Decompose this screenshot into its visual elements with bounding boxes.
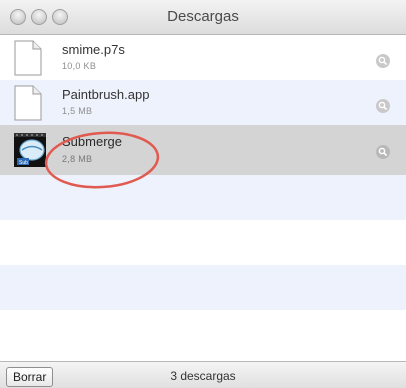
download-name: Submerge — [62, 134, 122, 149]
download-size: 1,5 MB — [62, 106, 93, 116]
window-title: Descargas — [167, 8, 239, 25]
status-bar: Borrar 3 descargas — [0, 361, 406, 388]
document-icon — [14, 40, 42, 76]
magnifier-icon[interactable] — [376, 54, 390, 68]
empty-row — [0, 310, 406, 361]
magnifier-icon[interactable] — [376, 99, 390, 113]
empty-row — [0, 265, 406, 310]
svg-text:Sub: Sub — [19, 160, 28, 166]
download-count: 3 descargas — [170, 369, 236, 383]
empty-row — [0, 220, 406, 265]
document-icon — [14, 85, 42, 121]
download-name: Paintbrush.app — [62, 87, 150, 102]
download-row-paintbrush[interactable]: Paintbrush.app 1,5 MB — [0, 80, 406, 125]
download-row-submerge[interactable]: Sub Submerge 2,8 MB — [0, 125, 406, 175]
submerge-app-icon: Sub — [14, 133, 46, 167]
empty-row — [0, 175, 406, 220]
title-bar: Descargas — [0, 0, 406, 35]
downloads-list: smime.p7s 10,0 KB Paintbrush.app 1,5 MB … — [0, 35, 406, 361]
download-row-smime[interactable]: smime.p7s 10,0 KB — [0, 35, 406, 80]
download-size: 10,0 KB — [62, 61, 97, 71]
magnifier-icon[interactable] — [376, 145, 390, 159]
download-size: 2,8 MB — [62, 154, 93, 164]
download-name: smime.p7s — [62, 42, 125, 57]
